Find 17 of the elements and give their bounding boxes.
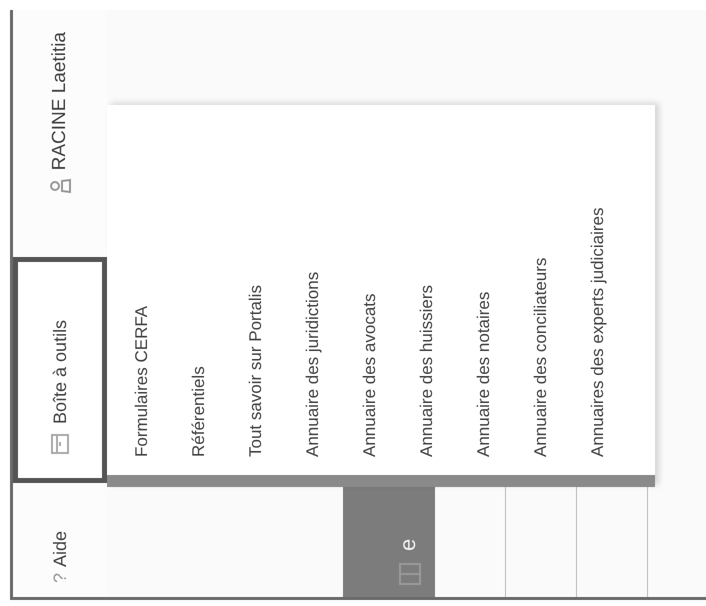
user-link[interactable]: RACINE Laetitia (49, 10, 71, 194)
menu-item[interactable]: Formulaires CERFA (113, 105, 170, 457)
box-icon (51, 434, 69, 454)
menu-item[interactable]: Référentiels (170, 105, 227, 457)
help-link[interactable]: ? Aide (50, 483, 70, 597)
user-icon (49, 178, 71, 194)
menu-item[interactable]: Annuaire des avocats (341, 105, 398, 457)
menu-item[interactable]: Annuaire des huissiers (398, 105, 455, 457)
menu-item[interactable]: Annuaire des conciliateurs (512, 105, 569, 457)
menu-item[interactable]: Annuaire des juridictions (284, 105, 341, 457)
menu-item[interactable]: Tout savoir sur Portalis (227, 105, 284, 457)
toolbox-tab[interactable]: Boîte à outils (13, 257, 107, 483)
menu-item[interactable]: Annuaires des experts judiciaires (569, 105, 626, 457)
side-button[interactable]: e (343, 487, 435, 597)
help-icon: ? (50, 572, 70, 583)
menu-item[interactable]: Annuaire des notaires (455, 105, 512, 457)
grid-icon (399, 563, 421, 585)
